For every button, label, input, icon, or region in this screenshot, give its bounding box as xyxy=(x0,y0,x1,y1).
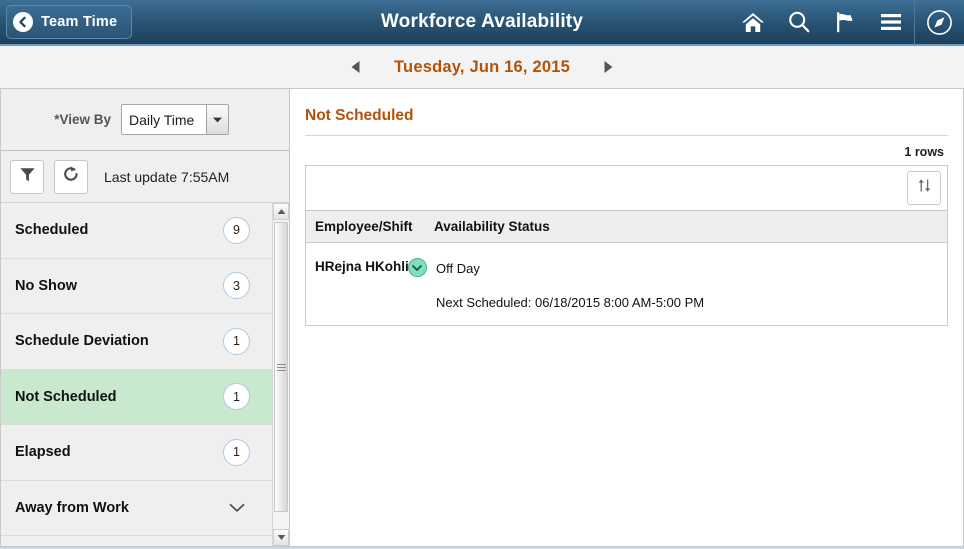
date-navigation-bar: Tuesday, Jun 16, 2015 xyxy=(0,46,964,89)
search-icon[interactable] xyxy=(776,0,822,45)
page-root: Team Time Workforce Availability Tuesday… xyxy=(0,0,964,549)
status-list-item[interactable]: Away from Work xyxy=(1,480,272,536)
status-list-item[interactable]: Elapsed 1 xyxy=(1,425,272,481)
view-by-label: *View By xyxy=(54,112,111,127)
table-row: HRejna HKohli Off Day Next Scheduled: 06… xyxy=(306,243,947,325)
status-list-item[interactable]: No Show 3 xyxy=(1,258,272,314)
sort-button[interactable] xyxy=(907,171,941,205)
app-header: Team Time Workforce Availability xyxy=(0,0,964,46)
status-count-badge: 1 xyxy=(223,327,250,355)
status-list-item-label: Away from Work xyxy=(15,499,129,516)
chevron-left-icon xyxy=(13,12,33,32)
header-icon-group xyxy=(730,0,964,45)
next-scheduled-value: Next Scheduled: 06/18/2015 8:00 AM-5:00 … xyxy=(436,295,705,310)
grid-toolbar xyxy=(306,166,947,211)
column-header-employee-label: Employee/Shift xyxy=(315,218,413,234)
status-list-scrollbar[interactable] xyxy=(272,203,289,546)
filter-button[interactable] xyxy=(10,159,44,194)
funnel-icon xyxy=(19,166,36,188)
status-list-item[interactable]: Schedule Deviation 1 xyxy=(1,314,272,370)
employee-name: HRejna HKohli xyxy=(315,259,409,274)
grid-header-row: Employee/Shift Availability Status xyxy=(306,211,947,243)
navbar-compass-icon[interactable] xyxy=(914,0,964,45)
related-actions-chevron-icon[interactable] xyxy=(407,258,427,277)
status-count-badge: 1 xyxy=(223,438,250,466)
status-list-item-label: Schedule Deviation xyxy=(15,333,149,350)
availability-status-value: Off Day xyxy=(436,261,480,276)
back-button[interactable]: Team Time xyxy=(6,5,133,39)
main-panel: Not Scheduled 1 rows Employee/Shift Avai… xyxy=(290,89,963,546)
status-count-badge: 3 xyxy=(223,272,250,300)
employee-cell: HRejna HKohli xyxy=(306,257,434,313)
refresh-button[interactable] xyxy=(54,159,88,194)
home-icon[interactable] xyxy=(730,0,776,45)
status-list-item-label: No Show xyxy=(15,277,78,294)
chevron-down-icon[interactable] xyxy=(223,503,250,513)
view-by-select[interactable]: Daily Time xyxy=(121,104,229,135)
view-by-row: *View By Daily Time xyxy=(1,89,289,151)
scrollbar-thumb[interactable] xyxy=(274,222,288,512)
left-panel: *View By Daily Time Last update 7:55AM S… xyxy=(1,89,290,546)
previous-day-button[interactable] xyxy=(348,58,364,76)
status-list-item-label: Not Scheduled xyxy=(15,388,117,405)
status-count-badge: 1 xyxy=(223,383,250,411)
status-list: Scheduled 9 No Show 3 Schedule Deviation 1 Not… xyxy=(1,203,272,546)
flag-icon[interactable] xyxy=(822,0,868,45)
last-update-label: Last update 7:55AM xyxy=(104,168,230,185)
status-list-area: Scheduled 9 No Show 3 Schedule Deviation 1 Not… xyxy=(1,203,289,546)
scroll-up-button[interactable] xyxy=(273,203,289,220)
scrollbar-track[interactable] xyxy=(273,220,289,529)
status-list-item[interactable]: Not Scheduled 1 xyxy=(1,369,272,425)
scrollbar-grip-icon xyxy=(276,362,286,373)
status-list-item-label: Elapsed xyxy=(15,444,71,461)
column-header-status: Availability Status xyxy=(434,218,947,236)
status-list-item-label: Scheduled xyxy=(15,222,89,239)
chevron-down-icon xyxy=(206,105,228,134)
back-button-label: Team Time xyxy=(41,14,118,30)
row-count-label: 1 rows xyxy=(904,145,944,159)
refresh-icon xyxy=(62,165,80,188)
status-count-badge: 9 xyxy=(223,216,250,244)
scroll-down-button[interactable] xyxy=(273,529,289,546)
next-day-button[interactable] xyxy=(600,58,616,76)
column-header-status-label: Availability Status xyxy=(434,218,550,234)
list-toolbar: Last update 7:55AM xyxy=(1,151,289,203)
status-list-item[interactable]: Scheduled 9 xyxy=(1,203,272,259)
sort-updown-icon xyxy=(916,177,933,199)
current-date-label: Tuesday, Jun 16, 2015 xyxy=(393,57,570,76)
section-title: Not Scheduled xyxy=(305,107,948,136)
content-area: *View By Daily Time Last update 7:55AM S… xyxy=(0,89,964,547)
hamburger-menu-icon[interactable] xyxy=(868,0,914,45)
view-by-select-value: Daily Time xyxy=(129,111,195,128)
availability-grid: Employee/Shift Availability Status HRejn… xyxy=(305,165,948,326)
column-header-employee: Employee/Shift xyxy=(306,218,434,236)
availability-status-cell: Off Day Next Scheduled: 06/18/2015 8:00 … xyxy=(434,257,947,313)
